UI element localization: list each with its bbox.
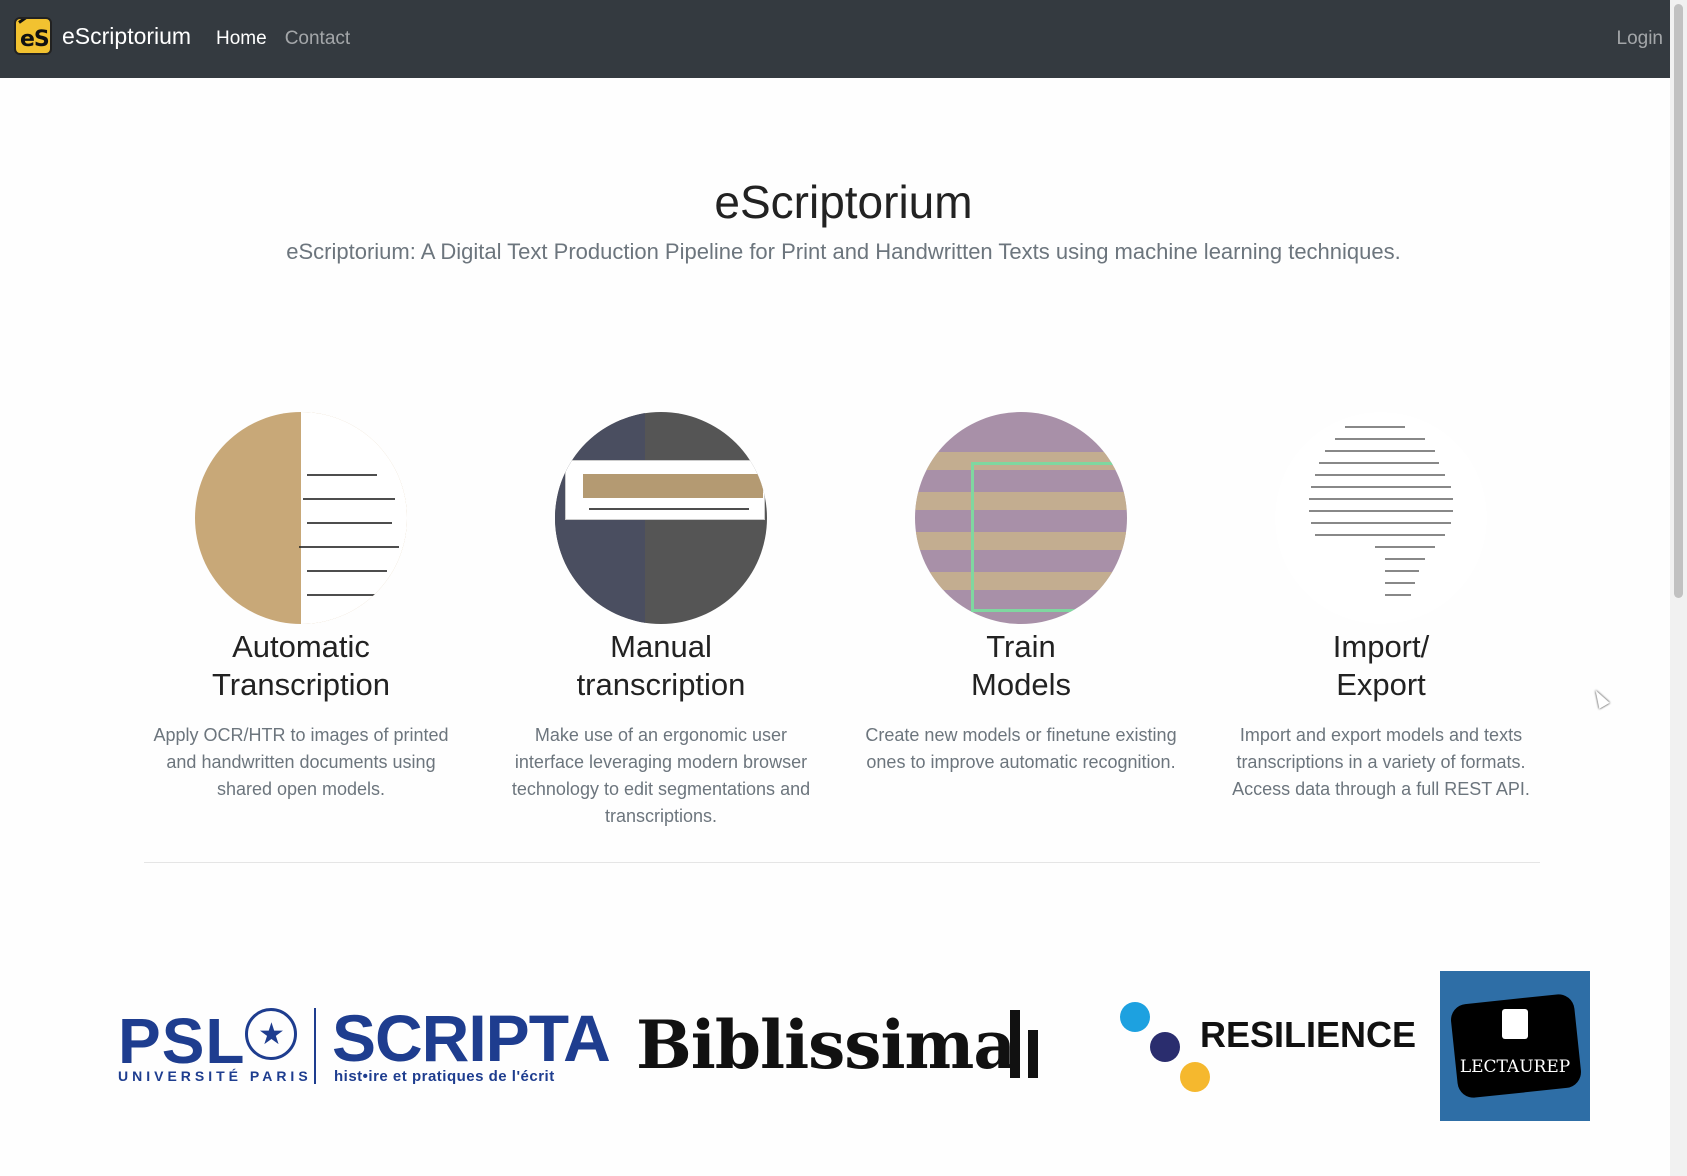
feature-title: Automatic Transcription bbox=[211, 629, 391, 702]
feature-import-export: Import/ Export Import and export models … bbox=[1221, 412, 1541, 803]
feature-train-models: Train Models Create new models or finetu… bbox=[861, 412, 1181, 776]
top-navbar: eS eScriptorium Home Contact Login bbox=[0, 0, 1687, 78]
feature-description: Apply OCR/HTR to images of printed and h… bbox=[153, 725, 449, 799]
feature-description: Create new models or finetune existing o… bbox=[865, 725, 1177, 772]
mouse-cursor-icon bbox=[1590, 687, 1610, 709]
login-link[interactable]: Login bbox=[1617, 28, 1664, 50]
escriptorium-logo-icon: eS bbox=[14, 17, 52, 55]
feature-description: Make use of an ergonomic user interface … bbox=[511, 725, 811, 826]
brand-name: eScriptorium bbox=[62, 22, 192, 49]
lectaurep-logo[interactable]: LECTAUREP bbox=[1440, 971, 1590, 1121]
biblissima-logo[interactable]: Biblissima bbox=[636, 1006, 1046, 1096]
feature-title: Train Models bbox=[971, 629, 1071, 702]
page-subtitle: eScriptorium: A Digital Text Production … bbox=[286, 239, 1401, 264]
psl-scripta-logo[interactable]: PSL ★ UNIVERSITÉ PARIS SCRIPTA hist•ire … bbox=[118, 1000, 611, 1090]
manual-transcription-image bbox=[555, 412, 767, 624]
resilience-logo[interactable]: RESILIENCE bbox=[1120, 1002, 1416, 1092]
import-export-image bbox=[1275, 412, 1487, 624]
train-models-image bbox=[915, 412, 1127, 624]
feature-description: Import and export models and texts trans… bbox=[1232, 725, 1530, 799]
automatic-transcription-image bbox=[195, 412, 407, 624]
nav-links: Home Contact bbox=[216, 28, 350, 50]
feature-manual-transcription: Manual transcription Make use of an ergo… bbox=[501, 412, 821, 830]
star-icon: ★ bbox=[245, 1008, 297, 1060]
feature-title: Import/ Export bbox=[1332, 629, 1430, 702]
feature-title: Manual transcription bbox=[576, 629, 746, 702]
nav-link-home[interactable]: Home bbox=[216, 28, 267, 50]
section-divider bbox=[144, 862, 1540, 863]
nav-link-contact[interactable]: Contact bbox=[285, 28, 350, 50]
book-icon bbox=[1502, 1009, 1528, 1039]
scrollbar-thumb[interactable] bbox=[1674, 4, 1683, 598]
brand[interactable]: eS eScriptorium bbox=[14, 17, 191, 55]
feature-automatic-transcription: Automatic Transcription Apply OCR/HTR to… bbox=[141, 412, 461, 803]
page-title: eScriptorium bbox=[714, 176, 973, 228]
